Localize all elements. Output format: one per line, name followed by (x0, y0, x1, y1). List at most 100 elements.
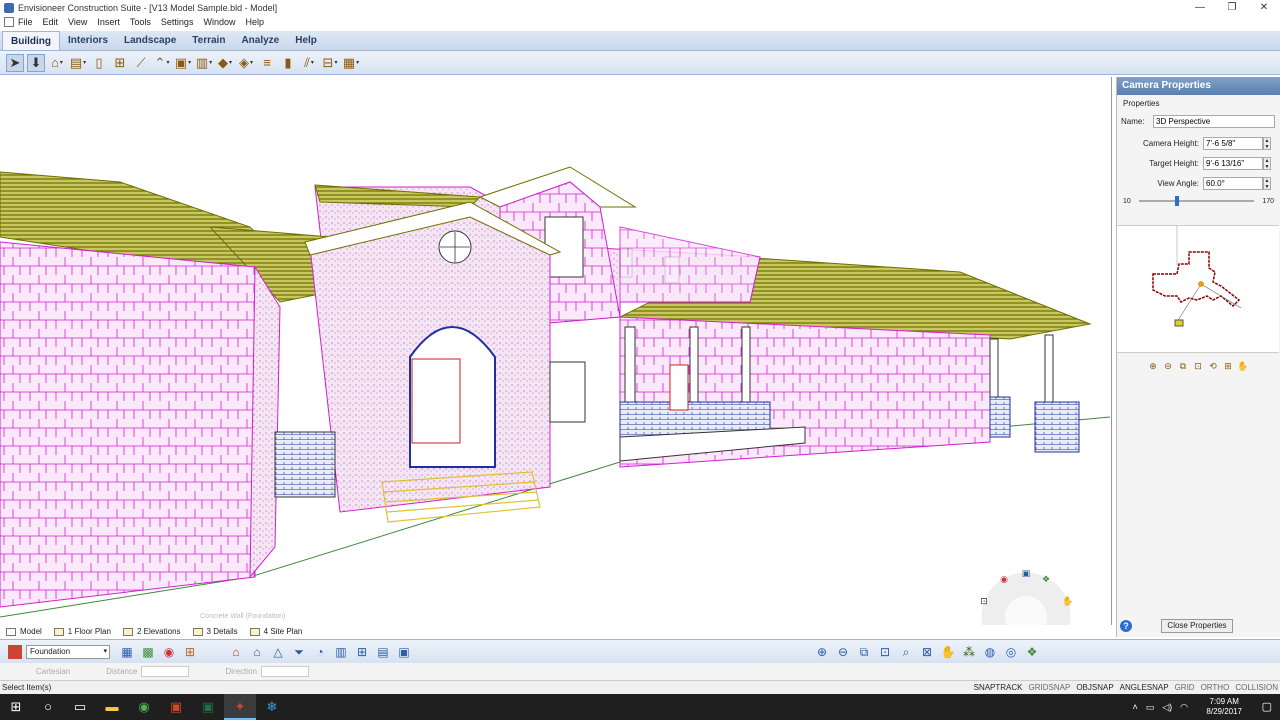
zoom-area-icon[interactable]: ⊡ (876, 643, 894, 661)
gridsnap-toggle[interactable]: GRIDSNAP (1029, 683, 1071, 692)
minimize-button[interactable]: — (1184, 0, 1216, 15)
house-view-icon[interactable]: ⌂ (227, 643, 245, 661)
sheet-tab-model[interactable]: Model (6, 627, 42, 636)
house-icon[interactable]: ⌂ ▾ (48, 54, 66, 72)
grid-view-icon[interactable]: ⊞ (353, 643, 371, 661)
sheet-tab-elevations[interactable]: 2 Elevations (122, 627, 181, 636)
roof-view-icon[interactable]: △ (269, 643, 287, 661)
zoom-in-icon[interactable]: ⊕ (1147, 360, 1159, 372)
zoom-in-icon[interactable]: ⊕ (813, 643, 831, 661)
zoom-previous-icon[interactable]: ⟲ (1207, 360, 1219, 372)
chrome-icon[interactable]: ◉ (128, 694, 160, 720)
window-icon[interactable]: ⊞ (111, 54, 129, 72)
2d-3d-view-icon[interactable]: ▩ (139, 643, 157, 661)
filter-icon[interactable]: ⏷ (290, 643, 308, 661)
slider-thumb[interactable] (1174, 196, 1179, 206)
section-icon[interactable]: ▥ (332, 643, 350, 661)
powerpoint-icon[interactable]: ▣ (160, 694, 192, 720)
name-field[interactable] (1153, 114, 1275, 128)
volume-icon[interactable]: ◁) (1162, 694, 1172, 720)
look-around-icon[interactable]: ◎ (1002, 643, 1020, 661)
panel-icon[interactable]: ▤ (374, 643, 392, 661)
target-height-field[interactable] (1203, 156, 1263, 170)
menu-edit[interactable]: Edit (43, 17, 59, 27)
zoom-out-icon[interactable]: ⊖ (834, 643, 852, 661)
taskbar-clock[interactable]: 7:09 AM 8/29/2017 (1206, 697, 1242, 717)
direction-input[interactable] (260, 666, 309, 677)
layers-icon[interactable]: ❖ (1040, 573, 1052, 585)
network-icon[interactable]: ▭ (1146, 694, 1155, 720)
split-view-icon[interactable]: ⊞ (181, 643, 199, 661)
distance-input[interactable] (141, 666, 190, 677)
camera-height-spinner[interactable]: ▲ ▼ (1263, 136, 1271, 150)
3d-viewport[interactable]: ◉ ▣ ❖ ✋ ◎ ⚙ ⁂ ⊡ (0, 77, 1112, 625)
tab-analyze[interactable]: Analyze (233, 31, 287, 50)
task-view-icon[interactable]: ▭ (64, 694, 96, 720)
tab-help[interactable]: Help (287, 31, 325, 50)
menu-help[interactable]: Help (245, 17, 264, 27)
menu-window[interactable]: Window (203, 17, 235, 27)
zoom-search-icon[interactable]: ⌕ (897, 643, 915, 661)
orbit-icon[interactable]: ◍ (981, 643, 999, 661)
fill-icon[interactable]: ▣ ▾ (174, 54, 192, 72)
layer-dropdown[interactable]: Foundation (26, 644, 110, 659)
sheet-tab-floor-plan[interactable]: 1 Floor Plan (53, 627, 111, 636)
sheet-tab-site-plan[interactable]: 4 Site Plan (249, 627, 302, 636)
pan-hand-icon[interactable]: ✋ (939, 643, 957, 661)
close-properties-button[interactable]: Close Properties (1161, 619, 1233, 633)
pan-hand-icon[interactable]: ✋ (1062, 595, 1074, 607)
view-angle-slider[interactable] (1138, 196, 1255, 206)
target-height-spinner[interactable]: ▲ ▼ (1263, 156, 1271, 170)
menu-insert[interactable]: Insert (97, 17, 120, 27)
tab-landscape[interactable]: Landscape (116, 31, 184, 50)
outline-house-icon[interactable]: ⌂ (248, 643, 266, 661)
wifi-icon[interactable]: ◠ (1180, 694, 1188, 720)
grid-toggle[interactable]: GRID (1175, 683, 1195, 692)
floor-icon[interactable]: ▥ ▾ (195, 54, 213, 72)
anglesnap-toggle[interactable]: ANGLESNAP (1120, 683, 1169, 692)
coordinate-mode[interactable]: Cartesian (36, 667, 70, 676)
roof-icon[interactable]: ⌃ ▾ (153, 54, 171, 72)
stamp-icon[interactable]: ⬇ (27, 53, 45, 72)
camera-minimap[interactable] (1117, 225, 1279, 353)
fit-all-icon[interactable]: ⊠ (918, 643, 936, 661)
menu-file[interactable]: File (18, 17, 33, 27)
properties-icon[interactable]: ▣ (395, 643, 413, 661)
menu-tools[interactable]: Tools (130, 17, 151, 27)
chevron-up-icon[interactable]: ˄ (1132, 694, 1137, 720)
walkthrough-icon[interactable]: ❖ (1023, 643, 1041, 661)
stair-icon[interactable]: ⟋ (132, 54, 150, 72)
zoom-window-icon[interactable]: ⧉ (1177, 360, 1189, 372)
notifications-icon[interactable]: ▢ (1262, 694, 1272, 720)
help-icon[interactable]: ? (1120, 620, 1132, 632)
zoom-extents-icon[interactable]: ⊡ (1192, 360, 1204, 372)
view-angle-spinner[interactable]: ▲ ▼ (1263, 176, 1271, 190)
layer-selector[interactable]: Foundation (8, 644, 110, 659)
3d-view-icon[interactable]: ◉ (160, 643, 178, 661)
file-explorer-icon[interactable]: ▬ (96, 694, 128, 720)
dimension-icon[interactable]: ≡ (258, 54, 276, 72)
objsnap-toggle[interactable]: OBJSNAP (1076, 683, 1113, 692)
pan-icon[interactable]: ✋ (1237, 360, 1249, 372)
tab-building[interactable]: Building (2, 31, 60, 50)
sheet-tab-details[interactable]: 3 Details (192, 627, 238, 636)
view-angle-field[interactable] (1203, 176, 1263, 190)
zoom-out-icon[interactable]: ⊖ (1162, 360, 1174, 372)
collision-toggle[interactable]: COLLISION (1235, 683, 1278, 692)
pointer-icon[interactable]: ➤ (6, 53, 24, 72)
ramp-icon[interactable]: ◆ ▾ (216, 54, 234, 72)
wall-icon[interactable]: ▤ ▾ (69, 54, 87, 72)
tab-terrain[interactable]: Terrain (184, 31, 233, 50)
ortho-toggle[interactable]: ORTHO (1201, 683, 1230, 692)
envisioneer-icon[interactable]: ✦ (224, 694, 256, 720)
zoom-window-icon[interactable]: ⧉ (855, 643, 873, 661)
deck-icon[interactable]: ▦ ▾ (342, 54, 360, 72)
excel-icon[interactable]: ▣ (192, 694, 224, 720)
search-icon[interactable]: ○ (32, 694, 64, 720)
cabinet-icon[interactable]: ⊟ ▾ (321, 54, 339, 72)
menu-settings[interactable]: Settings (161, 17, 194, 27)
restore-button[interactable]: ❐ (1216, 0, 1248, 15)
tab-interiors[interactable]: Interiors (60, 31, 116, 50)
2d-view-icon[interactable]: ▦ (118, 643, 136, 661)
fit-icon[interactable]: ⊞ (1222, 360, 1234, 372)
